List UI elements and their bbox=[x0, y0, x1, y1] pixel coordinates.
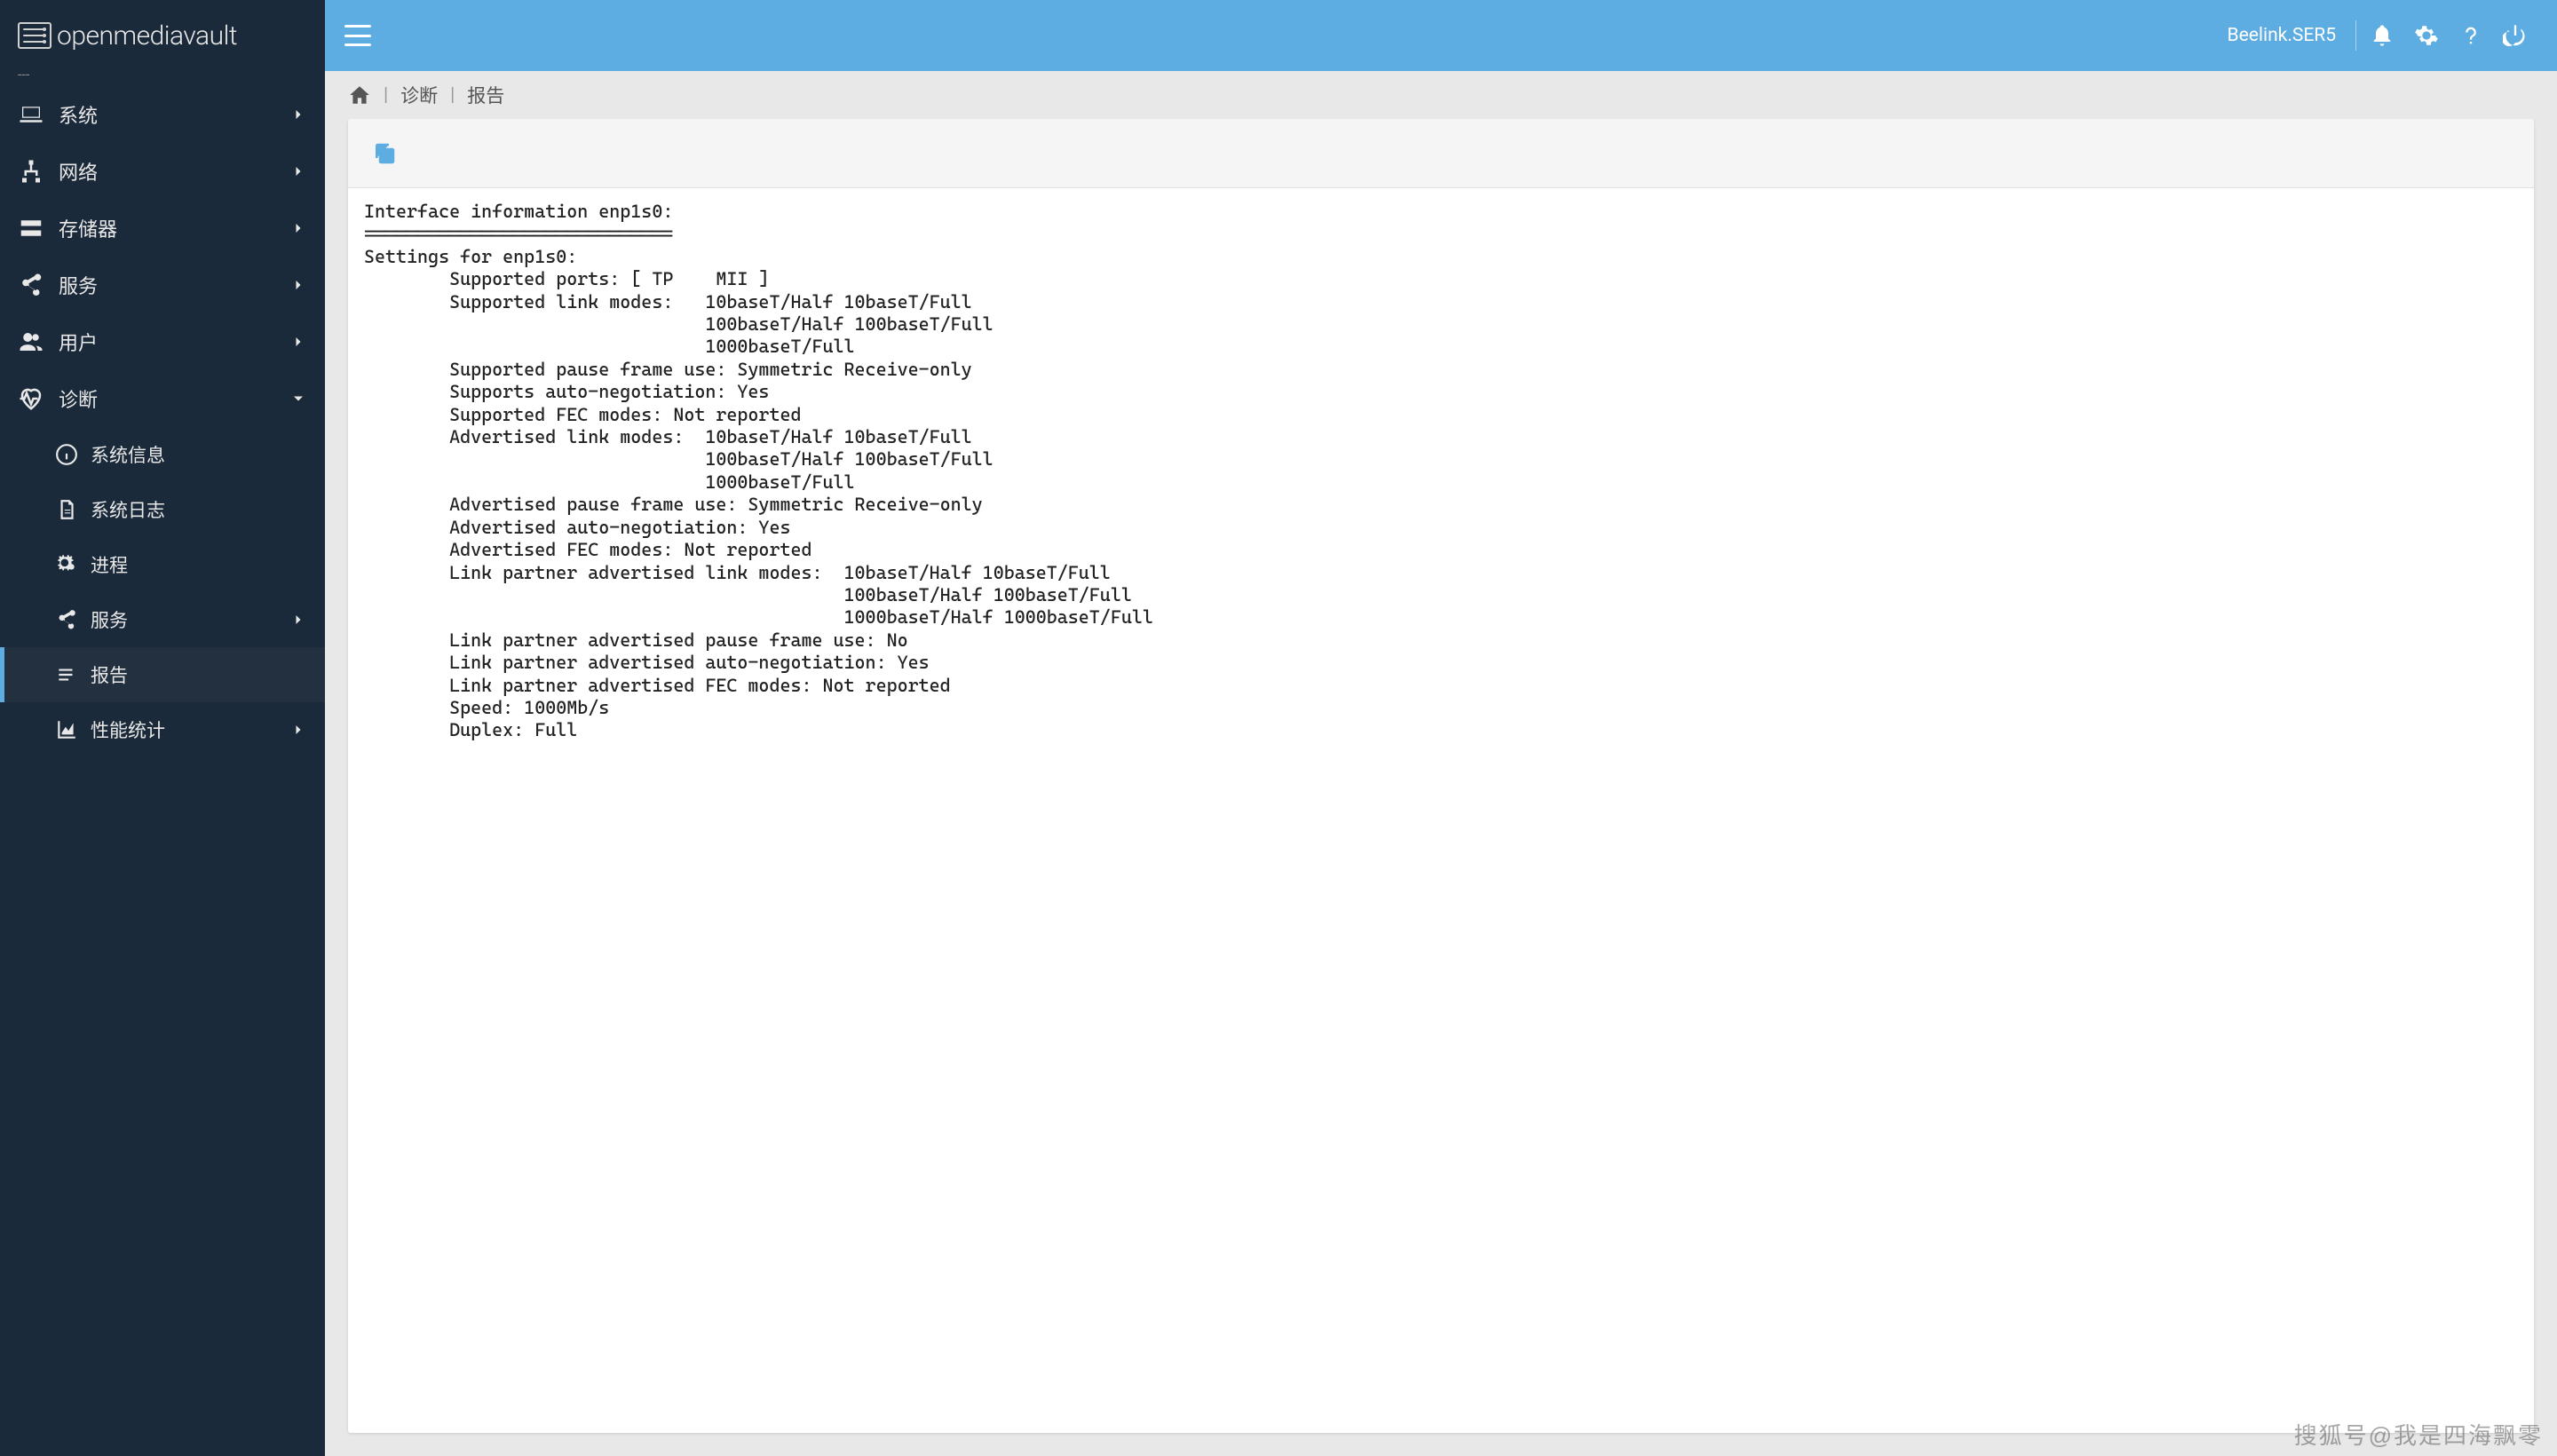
topbar: Beelink.SER5 bbox=[325, 0, 2557, 71]
sidebar-item-users[interactable]: 用户 bbox=[0, 313, 325, 370]
sidebar-subitem-processes[interactable]: 进程 bbox=[0, 537, 325, 592]
chevron-right-icon bbox=[289, 276, 307, 294]
bell-icon bbox=[2370, 23, 2395, 48]
sidebar-subitem-syslog[interactable]: 系统日志 bbox=[0, 482, 325, 537]
breadcrumb-separator: | bbox=[450, 84, 455, 106]
storage-icon bbox=[18, 215, 44, 241]
chevron-down-icon bbox=[289, 390, 307, 408]
chevron-right-icon bbox=[289, 611, 307, 629]
report-body[interactable]: Interface information enp1s0: ==========… bbox=[348, 188, 2534, 1433]
file-icon bbox=[55, 498, 78, 521]
content: Interface information enp1s0: ==========… bbox=[325, 119, 2557, 1456]
sidebar-subitem-sysinfo[interactable]: 系统信息 bbox=[0, 427, 325, 482]
help-button[interactable] bbox=[2449, 13, 2493, 58]
sidebar-item-diagnostics[interactable]: 诊断 bbox=[0, 370, 325, 427]
breadcrumb-diagnostic[interactable]: 诊断 bbox=[400, 82, 438, 108]
sidebar-item-label: 用户 bbox=[59, 328, 289, 356]
sidebar-nav: 系统 网络 存储器 服务 用户 bbox=[0, 86, 325, 1456]
brand-icon bbox=[18, 22, 51, 49]
notes-icon bbox=[55, 663, 78, 686]
hamburger-menu[interactable] bbox=[344, 25, 371, 46]
sidebar-item-storage[interactable]: 存储器 bbox=[0, 200, 325, 257]
chevron-right-icon bbox=[289, 721, 307, 739]
dashes-decoration: --- bbox=[0, 66, 325, 83]
settings-button[interactable] bbox=[2404, 13, 2449, 58]
help-icon bbox=[2458, 23, 2483, 48]
chevron-right-icon bbox=[289, 162, 307, 180]
copy-button[interactable] bbox=[371, 140, 398, 167]
sidebar-item-label: 系统日志 bbox=[91, 496, 307, 523]
cogs-icon bbox=[55, 553, 78, 576]
sidebar: openmediavault --- 系统 网络 存储器 服务 bbox=[0, 0, 325, 1456]
share-icon bbox=[18, 272, 44, 298]
chart-icon bbox=[55, 718, 78, 741]
active-indicator bbox=[0, 647, 4, 702]
breadcrumb-report: 报告 bbox=[467, 82, 504, 108]
breadcrumb-home[interactable] bbox=[348, 83, 371, 107]
sidebar-subitem-performance[interactable]: 性能统计 bbox=[0, 702, 325, 757]
power-icon bbox=[2503, 23, 2528, 48]
users-icon bbox=[18, 328, 44, 355]
power-button[interactable] bbox=[2493, 13, 2537, 58]
sidebar-item-system[interactable]: 系统 bbox=[0, 86, 325, 143]
sidebar-item-label: 服务 bbox=[91, 606, 289, 633]
report-text: Interface information enp1s0: ==========… bbox=[364, 201, 2518, 742]
sidebar-item-label: 报告 bbox=[91, 661, 307, 688]
breadcrumb-separator: | bbox=[384, 84, 388, 106]
sidebar-item-network[interactable]: 网络 bbox=[0, 143, 325, 200]
chevron-right-icon bbox=[289, 333, 307, 351]
brand-logo[interactable]: openmediavault bbox=[0, 0, 325, 71]
sidebar-item-label: 存储器 bbox=[59, 214, 289, 242]
card-toolbar bbox=[348, 119, 2534, 188]
sidebar-item-label: 诊断 bbox=[59, 384, 289, 413]
breadcrumb: | 诊断 | 报告 bbox=[325, 71, 2557, 119]
main-area: Beelink.SER5 | 诊断 | 报告 Interface bbox=[325, 0, 2557, 1456]
sidebar-item-services[interactable]: 服务 bbox=[0, 257, 325, 313]
sidebar-item-label: 网络 bbox=[59, 157, 289, 186]
report-card: Interface information enp1s0: ==========… bbox=[348, 119, 2534, 1433]
network-icon bbox=[18, 158, 44, 185]
sidebar-item-label: 服务 bbox=[59, 271, 289, 299]
info-icon bbox=[55, 443, 78, 466]
chevron-right-icon bbox=[289, 219, 307, 237]
sidebar-item-label: 系统 bbox=[59, 100, 289, 129]
laptop-icon bbox=[18, 101, 44, 128]
heartbeat-icon bbox=[18, 385, 44, 412]
sidebar-item-label: 性能统计 bbox=[91, 716, 289, 743]
notifications-button[interactable] bbox=[2360, 13, 2404, 58]
sidebar-item-label: 系统信息 bbox=[91, 441, 307, 468]
brand-text: openmediavault bbox=[57, 20, 237, 51]
divider bbox=[2355, 20, 2356, 51]
sidebar-subitem-services[interactable]: 服务 bbox=[0, 592, 325, 647]
sidebar-subitem-report[interactable]: 报告 bbox=[0, 647, 325, 702]
copy-icon bbox=[371, 140, 398, 167]
chevron-right-icon bbox=[289, 106, 307, 123]
sidebar-item-label: 进程 bbox=[91, 551, 307, 578]
share-icon bbox=[55, 608, 78, 631]
hostname-label: Beelink.SER5 bbox=[2228, 25, 2337, 46]
gear-icon bbox=[2414, 23, 2439, 48]
